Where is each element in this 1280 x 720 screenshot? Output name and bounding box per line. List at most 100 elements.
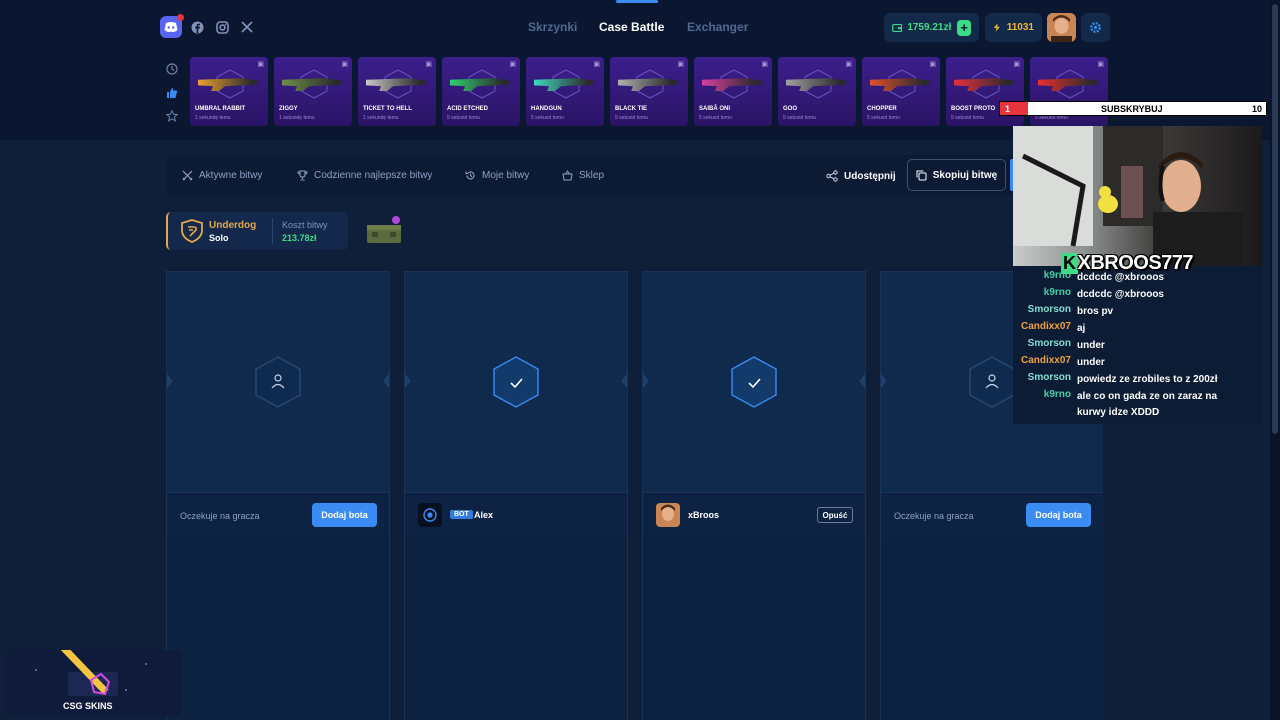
chat-message: Smorson powiedz ze zrobiles to z 200zł xyxy=(1013,372,1262,388)
player-name: Alex xyxy=(474,510,494,520)
tab-active-battles[interactable]: Aktywne bitwy xyxy=(182,170,262,181)
csgoskins-logo-box: CSG SKINS xyxy=(6,637,181,716)
tab-shop-label: Sklep xyxy=(579,170,605,181)
drop-time: 5 sekund temu xyxy=(783,115,816,121)
drop-name: HANDGUN xyxy=(531,106,562,112)
player-slot: Oczekuje na gracza Dodaj bota xyxy=(166,271,390,720)
tab-mine-label: Moje bitwy xyxy=(482,170,530,181)
drop-card[interactable]: ▣ UMBRAL RABBIT 1 sekundę temu xyxy=(190,57,268,126)
user-icon xyxy=(255,356,301,408)
drop-card[interactable]: ▣ SAIBĀ ONI 5 sekund temu xyxy=(694,57,772,126)
drop-card[interactable]: ▣ HANDGUN 5 sekund temu xyxy=(526,57,604,126)
chat-text: dcdcdc @xbrooos xyxy=(1077,289,1164,300)
drop-card[interactable]: ▣ ACID ETCHED 5 sekund temu xyxy=(442,57,520,126)
slot-footer: BOT Alex xyxy=(405,492,627,538)
chat-user: k9rno xyxy=(1043,287,1071,298)
tab-daily-best[interactable]: Codzienne najlepsze bitwy xyxy=(297,170,432,181)
chat-text: under xyxy=(1077,357,1105,368)
drop-card[interactable]: ▣ CHOPPER 5 sekund temu xyxy=(862,57,940,126)
info-divider xyxy=(272,218,273,244)
chat-message: Candixx07 under xyxy=(1013,355,1262,371)
gear-icon xyxy=(1090,22,1101,33)
tab-my-battles[interactable]: Moje bitwy xyxy=(465,170,529,181)
sub-count: 1 xyxy=(1000,102,1028,115)
slot-arrow-left xyxy=(643,374,649,388)
drop-name: GOO xyxy=(783,106,798,112)
drop-time: 1 sekundę temu xyxy=(195,115,231,121)
chat-user: Smorson xyxy=(1027,372,1071,383)
drop-case-icon: ▣ xyxy=(845,61,852,68)
slot-arrow-right xyxy=(383,374,389,388)
trophy-icon xyxy=(297,170,308,181)
drop-card[interactable]: ▣ TICKET TO HELL 1 sekundę temu xyxy=(358,57,436,126)
cost-value: 213.78zł xyxy=(282,233,317,243)
chat-user: Smorson xyxy=(1027,338,1071,349)
settings-button[interactable] xyxy=(1081,13,1110,42)
waiting-text: Oczekuje na gracza xyxy=(894,511,974,521)
share-label: Udostępnij xyxy=(844,170,896,182)
instagram-icon[interactable] xyxy=(211,16,233,38)
chat-user: Candixx07 xyxy=(1020,321,1071,332)
notification-dot xyxy=(177,14,184,21)
slot-arrow-right xyxy=(621,374,627,388)
points-pill[interactable]: 11031 xyxy=(985,13,1042,42)
basket-icon xyxy=(562,170,573,181)
slot-arrow-right xyxy=(859,374,865,388)
balance-pill[interactable]: 1759.21zł + xyxy=(884,13,979,42)
nav-skrzynki[interactable]: Skrzynki xyxy=(528,20,577,34)
share-button[interactable]: Udostępnij xyxy=(826,170,896,182)
drop-case-icon: ▣ xyxy=(509,61,516,68)
chat-message: Smorson under xyxy=(1013,338,1262,354)
balance-amount: 1759.21zł xyxy=(907,22,952,33)
player-slot: BOT Alex xyxy=(404,271,628,720)
chat-text: under xyxy=(1077,340,1105,351)
drop-case-icon: ▣ xyxy=(929,61,936,68)
drop-case-icon: ▣ xyxy=(257,61,264,68)
drop-name: BLACK TIE xyxy=(615,106,647,112)
nav-case-battle[interactable]: Case Battle xyxy=(599,20,664,34)
drop-time: 5 sekund temu xyxy=(951,115,984,121)
ready-check-icon xyxy=(493,356,539,408)
drop-time: 5 sekund temu xyxy=(615,115,648,121)
player-slot: xBroos Opuść xyxy=(642,271,866,720)
chat-user: Candixx07 xyxy=(1020,355,1071,366)
tab-daily-label: Codzienne najlepsze bitwy xyxy=(314,170,433,181)
streamer-name: K XBROOS777 xyxy=(1061,252,1194,275)
add-funds-button[interactable]: + xyxy=(957,19,971,36)
drop-case-icon: ▣ xyxy=(593,61,600,68)
case-item-icon[interactable] xyxy=(364,216,404,244)
star-icon[interactable] xyxy=(165,109,179,127)
copy-label: Skopiuj bitwę xyxy=(932,169,998,181)
stream-chat: k9rno dcdcdc @xbrooos k9rno dcdcdc @xbrooos… xyxy=(1013,266,1262,424)
drop-case-icon: ▣ xyxy=(761,61,768,68)
drop-card[interactable]: ▣ ZIGGY 1 sekundę temu xyxy=(274,57,352,126)
leave-button[interactable]: Opuść xyxy=(817,507,853,523)
drop-card[interactable]: ▣ BLACK TIE 5 sekund temu xyxy=(610,57,688,126)
underdog-shield-icon xyxy=(181,219,203,243)
x-twitter-icon[interactable] xyxy=(236,16,258,38)
bot-avatar xyxy=(418,503,442,527)
add-bot-button[interactable]: Dodaj bota xyxy=(312,503,377,527)
thumbs-up-icon[interactable] xyxy=(166,86,178,104)
chat-message: k9rno ale co on gada ze on zaraz na kurwy… xyxy=(1013,389,1262,421)
add-bot-button[interactable]: Dodaj bota xyxy=(1026,503,1091,527)
drop-name: SAIBĀ ONI xyxy=(699,106,731,112)
chat-user: Smorson xyxy=(1027,304,1071,315)
slot-arrow-left xyxy=(881,374,887,388)
scrollbar-thumb[interactable] xyxy=(1272,4,1278,434)
drop-time: 5 sekund temu xyxy=(531,115,564,121)
drop-card[interactable]: ▣ GOO 5 sekund temu xyxy=(778,57,856,126)
copy-battle-button[interactable]: Skopiuj bitwę xyxy=(907,159,1006,191)
history-icon xyxy=(465,171,475,180)
player-slot: Oczekuje na gracza Dodaj bota xyxy=(880,271,1103,720)
drop-case-icon: ▣ xyxy=(425,61,432,68)
facebook-icon[interactable] xyxy=(186,16,208,38)
sub-goal: 10 xyxy=(1251,103,1262,114)
ready-check-icon xyxy=(731,356,777,408)
nav-exchanger[interactable]: Exchanger xyxy=(687,20,748,34)
tab-shop[interactable]: Sklep xyxy=(562,170,604,181)
clock-icon[interactable] xyxy=(166,62,178,80)
user-avatar[interactable] xyxy=(1047,13,1076,42)
cost-label: Koszt bitwy xyxy=(282,220,328,230)
share-icon xyxy=(826,170,838,182)
